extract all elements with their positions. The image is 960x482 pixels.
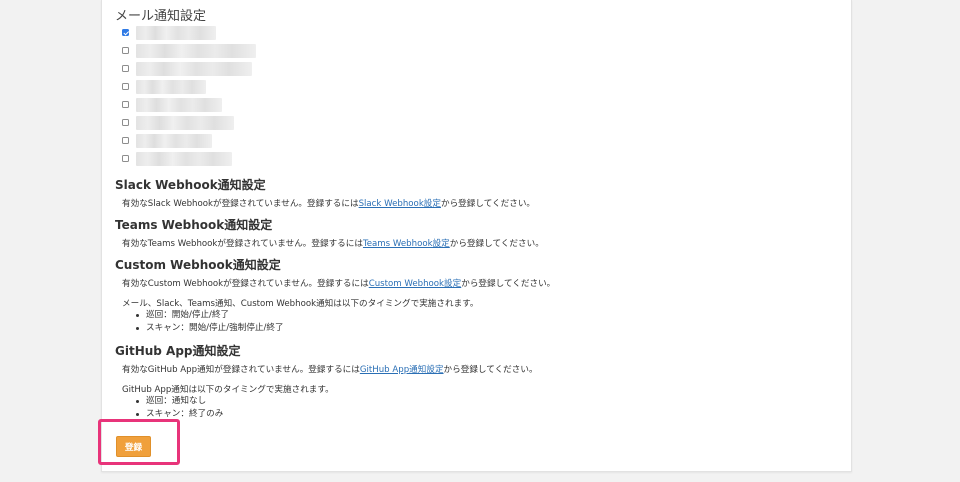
mail-recipient-checkbox-8[interactable] xyxy=(122,155,129,162)
custom-status-text: 有効なCustom Webhookが登録されていません。登録するにはCustom… xyxy=(122,277,555,289)
mail-recipient-label-5 xyxy=(136,98,222,112)
teams-settings-link[interactable]: Teams Webhook設定 xyxy=(363,239,450,249)
slack-status-prefix: 有効なSlack Webhookが登録されていません。登録するには xyxy=(122,199,359,209)
custom-status-prefix: 有効なCustom Webhookが登録されていません。登録するには xyxy=(122,279,369,289)
mail-recipient-label-4 xyxy=(136,80,206,94)
mail-recipient-label-2 xyxy=(136,44,256,58)
timing-description: メール、Slack、Teams通知、Custom Webhook通知は以下のタイ… xyxy=(122,299,479,309)
mail-recipient-checkbox-1[interactable] xyxy=(122,29,129,36)
custom-section-title: Custom Webhook通知設定 xyxy=(115,258,281,272)
mail-section-title: メール通知設定 xyxy=(115,9,207,24)
slack-settings-link[interactable]: Slack Webhook設定 xyxy=(359,199,441,209)
slack-status-suffix: から登録してください。 xyxy=(440,199,536,209)
teams-section-title: Teams Webhook通知設定 xyxy=(115,218,273,232)
mail-recipient-checkbox-3[interactable] xyxy=(122,65,129,72)
github-status-suffix: から登録してください。 xyxy=(443,365,538,375)
custom-settings-link[interactable]: Custom Webhook設定 xyxy=(369,279,462,289)
mail-recipient-checkbox-4[interactable] xyxy=(122,83,129,90)
mail-recipient-label-6 xyxy=(136,116,234,130)
timing-list: 巡回：開始/停止/終了 スキャン：開始/停止/強制停止/終了 xyxy=(134,309,284,335)
teams-status-suffix: から登録してください。 xyxy=(449,239,544,249)
mail-recipient-label-7 xyxy=(136,134,212,148)
slack-status-text: 有効なSlack Webhookが登録されていません。登録するにはSlack W… xyxy=(122,197,535,209)
mail-recipient-label-1 xyxy=(136,26,216,40)
mail-recipient-label-3 xyxy=(136,62,252,76)
mail-recipient-checkbox-6[interactable] xyxy=(122,119,129,126)
teams-status-text: 有効なTeams Webhookが登録されていません。登録するにはTeams W… xyxy=(122,237,544,249)
github-status-prefix: 有効なGitHub App通知が登録されていません。登録するには xyxy=(122,365,360,375)
github-timing-item-patrol: 巡回：通知なし xyxy=(134,395,223,408)
github-timing-list: 巡回：通知なし スキャン：終了のみ xyxy=(134,395,223,421)
custom-status-suffix: から登録してください。 xyxy=(461,279,556,289)
github-section-title: GitHub App通知設定 xyxy=(115,344,241,358)
settings-card: メール通知設定 Slack Webhook通知設定 有効なSlack Webho… xyxy=(101,0,852,472)
teams-status-prefix: 有効なTeams Webhookが登録されていません。登録するには xyxy=(122,239,363,249)
mail-recipient-label-8 xyxy=(136,152,232,166)
mail-recipient-checkbox-5[interactable] xyxy=(122,101,129,108)
github-settings-link[interactable]: GitHub App通知設定 xyxy=(360,365,444,375)
timing-item-scan: スキャン：開始/停止/強制停止/終了 xyxy=(134,322,284,335)
register-button[interactable]: 登録 xyxy=(116,436,151,457)
github-timing-description: GitHub App通知は以下のタイミングで実施されます。 xyxy=(122,385,334,395)
github-status-text: 有効なGitHub App通知が登録されていません。登録するにはGitHub A… xyxy=(122,363,538,375)
mail-recipient-checkbox-2[interactable] xyxy=(122,47,129,54)
slack-section-title: Slack Webhook通知設定 xyxy=(115,178,266,192)
mail-recipient-checkbox-7[interactable] xyxy=(122,137,129,144)
timing-item-patrol: 巡回：開始/停止/終了 xyxy=(134,309,284,322)
